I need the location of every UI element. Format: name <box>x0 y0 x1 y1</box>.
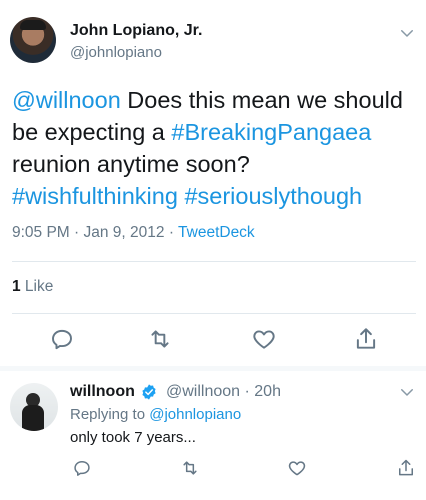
chevron-down-icon[interactable] <box>398 383 416 401</box>
reply-icon[interactable] <box>49 326 75 352</box>
reply-author-handle[interactable]: @willnoon · 20h <box>166 383 281 401</box>
like-count-value: 1 <box>12 278 21 295</box>
replying-to-link[interactable]: @johnlopiano <box>149 406 241 423</box>
author-handle[interactable]: @johnlopiano <box>70 44 162 61</box>
replying-to: Replying to @johnlopiano <box>70 406 241 423</box>
tweet-text-part: Does this mean we should <box>120 87 403 113</box>
heart-icon[interactable] <box>251 326 277 352</box>
timestamp[interactable]: 9:05 PM · Jan 9, 2012 · <box>12 224 178 241</box>
divider <box>12 313 416 314</box>
main-tweet: John Lopiano, Jr. @johnlopiano @willnoon… <box>0 0 426 370</box>
reply-author-name[interactable]: willnoon <box>70 383 135 401</box>
tweet-text-part: reunion anytime soon? <box>12 151 250 177</box>
mention-link[interactable]: @willnoon <box>12 87 121 113</box>
likes-count[interactable]: 1 Like <box>12 278 53 296</box>
hashtag-link[interactable]: #wishfulthinking <box>12 183 178 209</box>
avatar[interactable] <box>10 383 58 431</box>
hashtag-link[interactable]: #BreakingPangaea <box>171 119 371 145</box>
share-icon[interactable] <box>353 326 379 352</box>
share-icon[interactable] <box>396 458 416 478</box>
reply-tweet[interactable]: willnoon @willnoon · 20h Replying to @jo… <box>0 371 426 500</box>
tweet-meta: 9:05 PM · Jan 9, 2012 · TweetDeck <box>12 224 255 242</box>
replying-label: Replying to <box>70 406 150 423</box>
reply-text: only took 7 years... <box>70 429 196 446</box>
heart-icon[interactable] <box>287 458 307 478</box>
hashtag-link[interactable]: #seriouslythough <box>184 183 362 209</box>
reply-icon[interactable] <box>72 458 92 478</box>
retweet-icon[interactable] <box>147 326 173 352</box>
like-label: Like <box>20 278 54 295</box>
author-name[interactable]: John Lopiano, Jr. <box>70 22 202 40</box>
tweet-text-part: be expecting a <box>12 119 172 145</box>
divider <box>12 261 416 262</box>
source-link[interactable]: TweetDeck <box>178 224 255 241</box>
avatar[interactable] <box>10 17 56 63</box>
chevron-down-icon[interactable] <box>398 24 416 42</box>
verified-badge-icon <box>140 383 158 401</box>
tweet-text: @willnoon Does this mean we should be ex… <box>12 84 412 212</box>
retweet-icon[interactable] <box>180 458 200 478</box>
